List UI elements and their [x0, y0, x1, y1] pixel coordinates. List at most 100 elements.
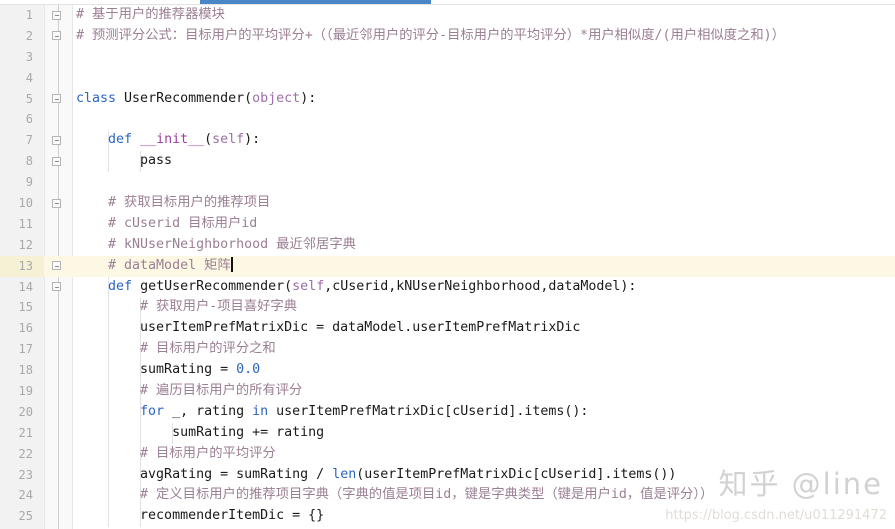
line-number: 6 — [25, 112, 33, 127]
code-text[interactable]: pass — [76, 151, 172, 172]
code-text[interactable]: for _, rating in userItemPrefMatrixDic[c… — [76, 402, 588, 423]
code-text[interactable]: # kNUserNeighborhood 最近邻居字典 — [76, 235, 356, 256]
code-token: avgRating = sumRating / — [76, 466, 333, 482]
code-line[interactable]: 17 # 目标用户的评分之和 — [0, 339, 895, 360]
fold-toggle-icon[interactable] — [52, 31, 63, 42]
code-text[interactable]: # 目标用户的平均评分 — [76, 444, 276, 465]
code-line[interactable]: 15 # 获取用户-项目喜好字典 — [0, 297, 895, 318]
code-token: pass — [76, 153, 173, 169]
code-line[interactable]: 13 # dataModel 矩阵 — [0, 255, 895, 277]
code-text[interactable]: # 获取用户-项目喜好字典 — [76, 297, 297, 318]
code-token: userItemPrefMatrixDic = dataModel.userIt… — [76, 320, 581, 336]
code-token: len — [332, 466, 357, 482]
line-number: 19 — [18, 384, 33, 399]
code-editor[interactable]: 1 # 基于用户的推荐器模块 2 # 预测评分公式：目标用户的平均评分+（（最近邻用户… — [0, 0, 895, 529]
code-token: _, rating — [172, 403, 253, 419]
fold-toggle-icon[interactable] — [52, 10, 63, 22]
code-text[interactable]: avgRating = sumRating / len(userItemPref… — [76, 465, 676, 486]
fold-toggle-icon[interactable] — [52, 282, 63, 293]
code-line[interactable]: 24 # 定义目标用户的推荐项目字典（字典的值是项目id，键是字典类型（键是用户… — [0, 485, 895, 506]
code-token: __init__ — [140, 132, 205, 148]
code-line[interactable]: 25 recommenderItemDic = {} — [0, 506, 895, 527]
code-token: ,cUserid,kNUserNeighborhood,dataModel): — [324, 278, 637, 294]
code-token: (userItemPrefMatrixDic[cUserid].items()) — [356, 466, 677, 482]
code-token: 0.0 — [236, 362, 261, 378]
code-token: # 目标用户的评分之和 — [76, 341, 276, 357]
line-number: 15 — [18, 300, 33, 315]
code-line[interactable]: 9 — [0, 172, 895, 193]
editor-tab-strip — [0, 0, 895, 5]
text-caret — [230, 256, 233, 272]
code-line[interactable]: 18 sumRating = 0.0 — [0, 360, 895, 381]
code-line[interactable]: 11 # cUserid 目标用户id — [0, 214, 895, 235]
code-line[interactable]: 4 — [0, 68, 895, 89]
code-line[interactable]: 6 — [0, 109, 895, 130]
line-number: 11 — [18, 216, 33, 231]
line-number: 5 — [25, 91, 33, 106]
code-token: # 遍历目标用户的所有评分 — [76, 383, 303, 399]
code-line[interactable]: 1 # 基于用户的推荐器模块 — [0, 5, 895, 26]
code-line[interactable]: 3 — [0, 47, 895, 68]
code-token: # 定义目标用户的推荐项目字典（字典的值是项目id，键是字典类型（键是用户id，… — [76, 487, 714, 503]
line-number: 12 — [18, 237, 33, 252]
code-token: ( — [204, 132, 213, 148]
code-text[interactable]: userItemPrefMatrixDic = dataModel.userIt… — [76, 318, 580, 339]
fold-toggle-icon[interactable] — [52, 198, 63, 210]
line-number: 20 — [18, 404, 33, 419]
code-text[interactable]: # dataModel 矩阵 — [76, 256, 233, 277]
line-number: 22 — [18, 446, 33, 461]
code-token: # 获取用户-项目喜好字典 — [76, 299, 298, 315]
code-line[interactable]: 19 # 遍历目标用户的所有评分 — [0, 381, 895, 402]
code-line[interactable]: 21 sumRating += rating — [0, 423, 895, 444]
code-line[interactable]: 5 class UserRecommender(object): — [0, 89, 895, 110]
code-token: # 目标用户的平均评分 — [76, 445, 276, 461]
line-number: 18 — [18, 363, 33, 378]
line-number: 4 — [25, 70, 33, 85]
code-line[interactable]: 16 userItemPrefMatrixDic = dataModel.use… — [0, 318, 895, 339]
code-text[interactable]: sumRating = 0.0 — [76, 360, 260, 381]
code-line[interactable]: 7 def __init__(self): — [0, 130, 895, 151]
code-line[interactable]: 10 # 获取目标用户的推荐项目 — [0, 193, 895, 214]
code-line[interactable]: 2 # 预测评分公式：目标用户的平均评分+（（最近邻用户的评分-目标用户的平均评分… — [0, 26, 895, 47]
code-token: ): — [244, 132, 261, 148]
code-text[interactable]: def getUserRecommender(self,cUserid,kNUs… — [76, 277, 636, 298]
code-text[interactable]: # 基于用户的推荐器模块 — [76, 5, 225, 26]
fold-toggle-icon[interactable] — [52, 135, 63, 147]
code-line[interactable]: 23 avgRating = sumRating / len(userItemP… — [0, 465, 895, 486]
code-text[interactable]: def __init__(self): — [76, 130, 260, 151]
code-text[interactable]: # 目标用户的评分之和 — [76, 339, 276, 360]
code-line[interactable]: 8 pass — [0, 151, 895, 172]
code-line[interactable]: 22 # 目标用户的平均评分 — [0, 444, 895, 465]
code-text[interactable]: # 获取目标用户的推荐项目 — [76, 193, 270, 214]
line-number: 1 — [25, 8, 33, 22]
code-lines[interactable]: 1 # 基于用户的推荐器模块 2 # 预测评分公式：目标用户的平均评分+（（最近邻用户… — [0, 5, 895, 527]
code-line[interactable]: 20 for _, rating in userItemPrefMatrixDi… — [0, 402, 895, 423]
code-text[interactable]: # cUserid 目标用户id — [76, 214, 257, 235]
code-line[interactable]: 12 # kNUserNeighborhood 最近邻居字典 — [0, 235, 895, 256]
code-token: for — [140, 403, 173, 419]
fold-toggle-icon[interactable] — [52, 156, 63, 168]
code-text[interactable]: # 遍历目标用户的所有评分 — [76, 381, 302, 402]
fold-toggle-icon[interactable] — [52, 94, 63, 105]
code-token: # cUserid 目标用户id — [76, 215, 258, 231]
fold-toggle-icon[interactable] — [52, 261, 63, 272]
code-token: userItemPrefMatrixDic[cUserid].items(): — [276, 403, 589, 419]
code-text[interactable]: sumRating += rating — [76, 423, 324, 444]
line-number: 2 — [25, 28, 33, 43]
code-text[interactable]: recommenderItemDic = {} — [76, 506, 324, 527]
line-number: 25 — [18, 509, 33, 524]
code-token: def — [108, 278, 141, 294]
code-token: # kNUserNeighborhood 最近邻居字典 — [76, 236, 356, 252]
code-line[interactable]: 14 def getUserRecommender(self,cUserid,k… — [0, 277, 895, 298]
line-number: 9 — [25, 175, 33, 190]
line-number: 13 — [18, 258, 33, 273]
code-token: ): — [300, 90, 317, 106]
code-text[interactable]: # 定义目标用户的推荐项目字典（字典的值是项目id，键是字典类型（键是用户id，… — [76, 485, 713, 506]
line-number: 10 — [18, 196, 33, 211]
code-text[interactable]: class UserRecommender(object): — [76, 89, 316, 110]
line-number: 23 — [18, 467, 33, 482]
code-text[interactable]: # 预测评分公式：目标用户的平均评分+（（最近邻用户的评分-目标用户的平均评分）… — [76, 26, 785, 47]
code-token: sumRating = — [76, 362, 237, 378]
code-token: # 预测评分公式：目标用户的平均评分+（（最近邻用户的评分-目标用户的平均评分）… — [76, 27, 785, 43]
